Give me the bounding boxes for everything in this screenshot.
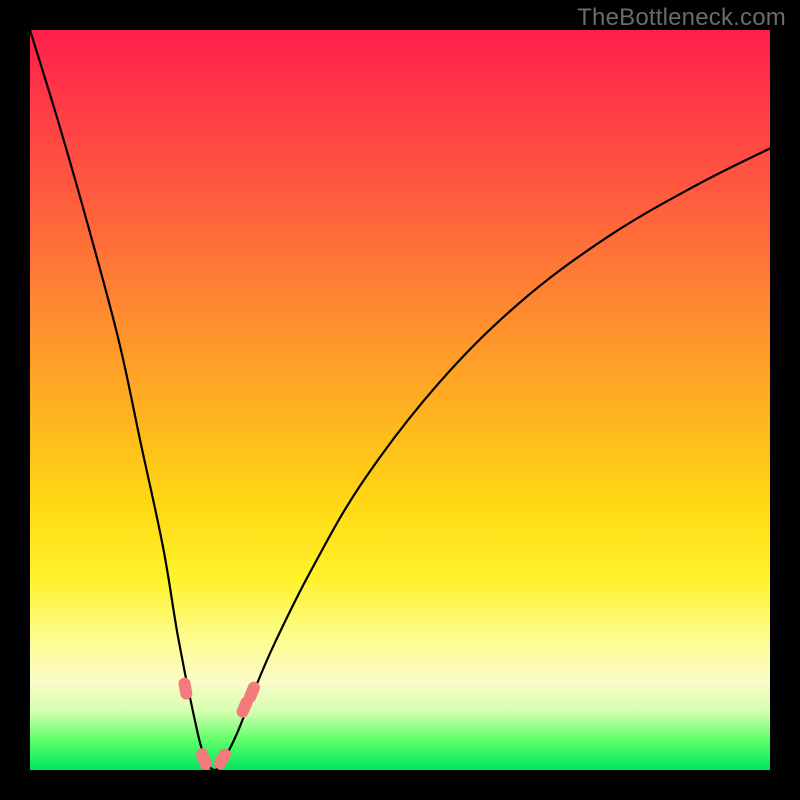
plot-area <box>30 30 770 770</box>
markers-group <box>177 677 261 770</box>
chart-svg <box>30 30 770 770</box>
marker-floor-left <box>194 746 213 770</box>
watermark-text: TheBottleneck.com <box>577 4 786 32</box>
bottleneck-curve <box>30 30 770 770</box>
marker-left-upper <box>177 677 193 701</box>
chart-stage: TheBottleneck.com <box>0 0 800 800</box>
